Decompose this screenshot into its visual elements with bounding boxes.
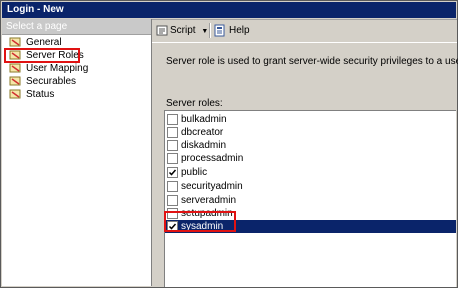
role-row-securityadmin[interactable]: securityadmin [165, 180, 456, 193]
window-title: Login - New [7, 4, 64, 15]
toolbar-separator [209, 23, 211, 38]
server-roles-list[interactable]: bulkadmin dbcreator diskadmin processadm… [164, 110, 456, 287]
nav-item-securables[interactable]: Securables [5, 75, 88, 88]
page-icon [9, 76, 21, 86]
role-name: securityadmin [181, 181, 243, 192]
role-name: serveradmin [181, 195, 237, 206]
page-selector-header: Select a page [2, 19, 151, 35]
page-icon [9, 63, 21, 73]
toolbar: Script ▼ Help [152, 19, 457, 43]
role-checkbox[interactable] [167, 181, 178, 192]
help-button-label: Help [229, 25, 250, 36]
chevron-down-icon: ▼ [201, 28, 209, 35]
nav-item-label: Status [26, 89, 55, 100]
role-row-public[interactable]: public [165, 166, 456, 179]
role-row-diskadmin[interactable]: diskadmin [165, 139, 456, 152]
role-name: dbcreator [181, 127, 224, 138]
role-checkbox[interactable] [167, 153, 178, 164]
role-row-dbcreator[interactable]: dbcreator [165, 126, 456, 139]
page-icon [9, 89, 21, 99]
role-name: public [181, 167, 208, 178]
sysadmin-highlight-box [164, 211, 236, 232]
role-name: bulkadmin [181, 114, 227, 125]
script-button[interactable]: Script ▼ [156, 24, 208, 38]
nav-item-user-mapping[interactable]: User Mapping [5, 62, 88, 75]
role-name: processadmin [181, 153, 244, 164]
role-checkbox[interactable] [167, 114, 178, 125]
server-roles-label: Server roles: [166, 98, 223, 109]
script-icon [156, 25, 168, 36]
help-button[interactable]: Help [214, 24, 250, 38]
page-selector-header-label: Select a page [6, 21, 68, 32]
role-checkbox[interactable] [167, 195, 178, 206]
role-row-bulkadmin[interactable]: bulkadmin [165, 113, 456, 126]
role-checkbox-checked[interactable] [167, 167, 178, 178]
server-roles-highlight-box [4, 48, 80, 63]
page-icon [9, 37, 21, 47]
nav-item-label: General [26, 37, 62, 48]
role-checkbox[interactable] [167, 127, 178, 138]
script-button-label: Script [170, 25, 196, 36]
role-checkbox[interactable] [167, 140, 178, 151]
role-row-serveradmin[interactable]: serveradmin [165, 194, 456, 207]
checkmark-icon [168, 169, 177, 176]
page-description: Server role is used to grant server-wide… [166, 56, 458, 67]
role-row-processadmin[interactable]: processadmin [165, 152, 456, 165]
title-bar[interactable]: Login - New [2, 2, 456, 18]
role-name: diskadmin [181, 140, 227, 151]
server-roles-page: Script ▼ Help Server role is used to gra… [152, 19, 458, 287]
nav-item-status[interactable]: Status [5, 88, 88, 101]
login-dialog: Login - New Select a page General Server… [0, 0, 458, 288]
page-nav: General Server Roles User Mapping Secura… [5, 36, 88, 101]
help-icon [214, 24, 225, 37]
nav-item-label: Securables [26, 76, 77, 87]
nav-item-label: User Mapping [26, 63, 89, 74]
